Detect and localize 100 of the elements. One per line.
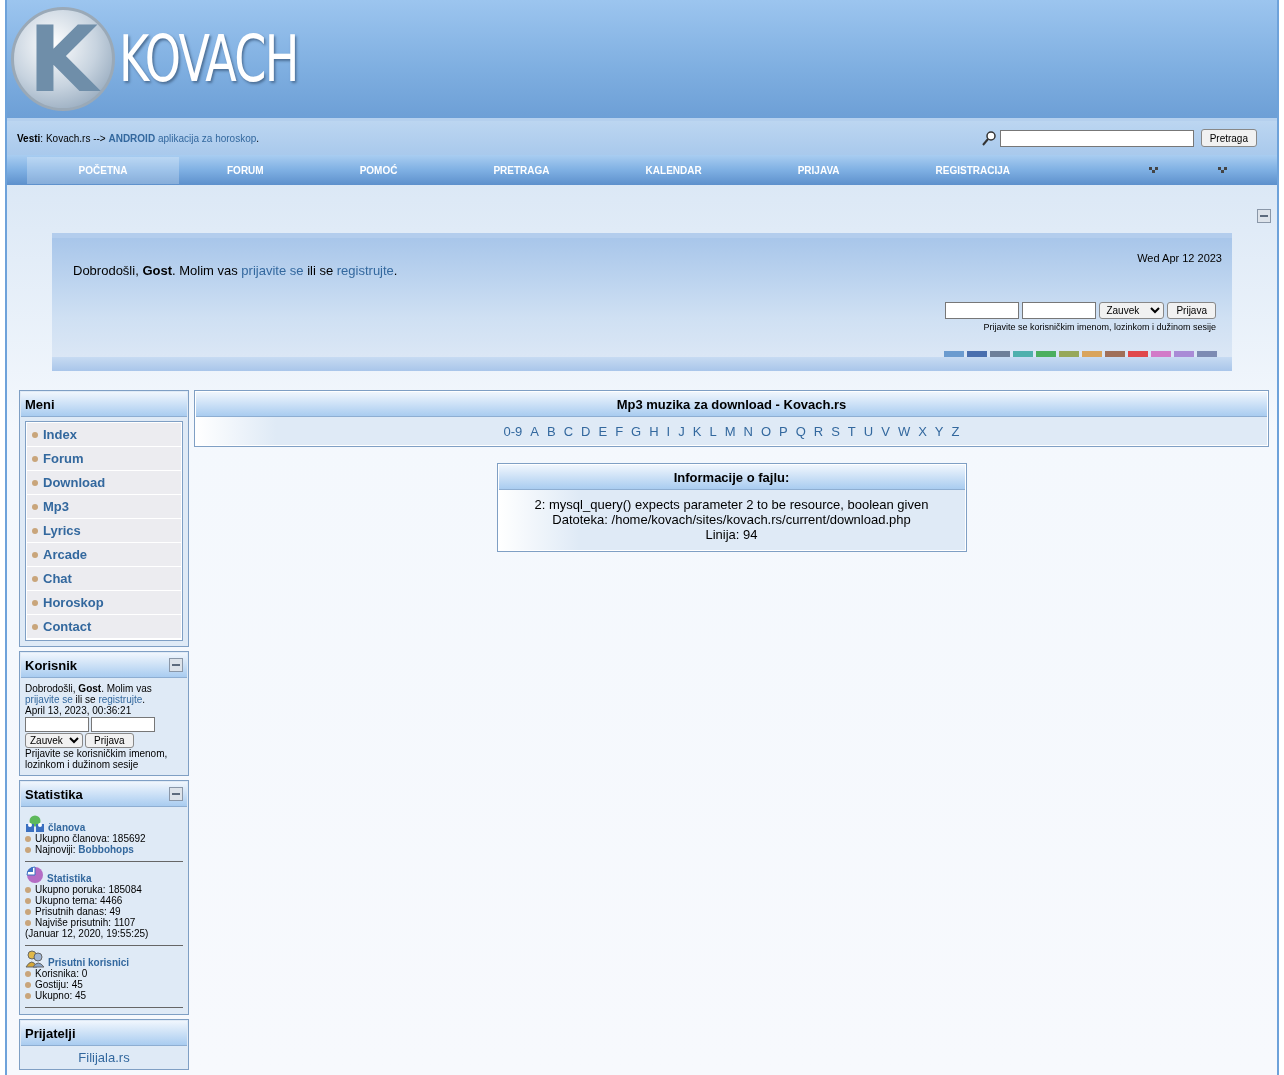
theme-swatch[interactable] xyxy=(1036,351,1056,357)
menu-link[interactable]: Forum xyxy=(43,451,84,466)
letter-link[interactable]: G xyxy=(631,423,642,439)
letter-link[interactable]: E xyxy=(598,423,608,439)
group-link[interactable]: Statistika xyxy=(47,873,92,884)
letter-link[interactable]: S xyxy=(831,423,840,439)
letter-link[interactable]: O xyxy=(760,423,771,439)
collapse-icon[interactable] xyxy=(1257,209,1271,223)
menu-link[interactable]: Index xyxy=(43,427,77,442)
letter-link[interactable]: J xyxy=(678,423,685,439)
theme-swatch[interactable] xyxy=(990,351,1010,357)
letter-link[interactable]: C xyxy=(563,423,574,439)
theme-swatch[interactable] xyxy=(967,351,987,357)
theme-swatch[interactable] xyxy=(1082,351,1102,357)
letter-link[interactable]: K xyxy=(692,423,702,439)
group-link[interactable]: članova xyxy=(48,822,86,833)
theme-swatch[interactable] xyxy=(944,351,964,357)
menu-link[interactable]: Chat xyxy=(43,571,72,586)
page-title: Mp3 muzika za download - Kovach.rs xyxy=(196,392,1267,417)
bullet-icon xyxy=(32,479,38,486)
login-button[interactable]: Prijava xyxy=(1167,302,1216,319)
bullet-icon xyxy=(25,908,31,915)
username-field[interactable] xyxy=(25,717,89,732)
letter-link[interactable]: D xyxy=(581,423,591,439)
login-button[interactable]: Prijava xyxy=(85,733,134,748)
letter-link[interactable]: N xyxy=(743,423,753,439)
friend-link[interactable]: Filijala.rs xyxy=(78,1050,130,1065)
dots-icon[interactable] xyxy=(1149,167,1158,173)
member-link[interactable]: Bobbohops xyxy=(78,844,134,855)
bullet-icon xyxy=(25,981,31,988)
search-button[interactable]: Pretraga xyxy=(1200,129,1257,147)
theme-swatch[interactable] xyxy=(1105,351,1125,357)
letter-link[interactable]: F xyxy=(615,423,624,439)
dots-icon[interactable] xyxy=(1218,167,1227,173)
bullet-icon xyxy=(32,623,38,630)
stat-text: Najviše prisutnih: 1107 xyxy=(35,917,136,928)
bullet-icon xyxy=(25,919,31,926)
bullet-icon xyxy=(25,835,31,842)
theme-swatch[interactable] xyxy=(1197,351,1217,357)
info-title: Informacije o fajlu: xyxy=(498,465,965,490)
logo-badge[interactable]: K xyxy=(11,7,115,111)
register-link[interactable]: registrujte xyxy=(336,263,394,278)
menu-link[interactable]: Contact xyxy=(43,619,92,634)
stat-text: Ukupno poruka: 185084 xyxy=(35,884,142,895)
session-select[interactable]: Zauvek xyxy=(1099,302,1165,319)
theme-swatch[interactable] xyxy=(1059,351,1079,357)
bullet-icon xyxy=(32,503,38,510)
bullet-icon xyxy=(32,599,38,606)
letter-link[interactable]: R xyxy=(813,423,824,439)
letter-link[interactable]: P xyxy=(779,423,788,439)
letter-link[interactable]: Z xyxy=(951,423,960,439)
letter-link[interactable]: H xyxy=(649,423,659,439)
greeting-text: Dobrodošli, Gost. Molim vas prijavite se ili se registrujte. xyxy=(73,263,398,278)
group-link[interactable]: Prisutni korisnici xyxy=(48,957,130,968)
menu-link[interactable]: Lyrics xyxy=(43,523,81,538)
datetime-text: April 13, 2023, 00:36:21 xyxy=(25,705,132,716)
theme-swatch[interactable] xyxy=(1151,351,1171,357)
stat-text: Ukupno članova: 185692 xyxy=(35,833,146,844)
letter-link[interactable]: T xyxy=(847,423,856,439)
stat-text: Ukupno: 45 xyxy=(35,990,87,1001)
letter-link[interactable]: L xyxy=(709,423,717,439)
letter-link[interactable]: Y xyxy=(934,423,944,439)
bullet-icon xyxy=(25,886,31,893)
letter-link[interactable]: U xyxy=(863,423,874,439)
menu-link[interactable]: Mp3 xyxy=(43,499,69,514)
block-title: Prijatelji xyxy=(21,1021,187,1046)
letter-link[interactable]: B xyxy=(547,423,556,439)
stat-text: Ukupno tema: 4466 xyxy=(35,895,123,906)
letter-link[interactable]: Q xyxy=(795,423,806,439)
pie-chart-icon xyxy=(25,866,44,884)
theme-swatch[interactable] xyxy=(1128,351,1148,357)
password-field[interactable] xyxy=(91,717,155,732)
login-link[interactable]: prijavite se xyxy=(25,694,73,705)
bullet-icon xyxy=(32,551,38,558)
letter-link[interactable]: A xyxy=(530,423,539,439)
letter-link[interactable]: M xyxy=(724,423,736,439)
bullet-icon xyxy=(25,897,31,904)
letter-link[interactable]: V xyxy=(881,423,890,439)
error-text: 2: mysql_query() expects parameter 2 to be resource, boolean given xyxy=(533,497,930,512)
username-field[interactable] xyxy=(945,302,1020,319)
login-link[interactable]: prijavite se xyxy=(241,263,304,278)
collapse-icon[interactable] xyxy=(169,787,183,801)
password-field[interactable] xyxy=(1022,302,1097,319)
theme-swatch[interactable] xyxy=(1013,351,1033,357)
letter-link[interactable]: X xyxy=(918,423,927,439)
session-select[interactable]: Zauvek xyxy=(25,733,83,748)
stat-text: Prisutnih danas: 49 xyxy=(35,906,121,917)
search-field[interactable] xyxy=(999,129,1194,147)
bullet-icon xyxy=(32,527,38,534)
letter-link[interactable]: W xyxy=(897,423,911,439)
letter-link[interactable]: I xyxy=(666,423,671,439)
stat-text: Najnoviji: Bobbohops xyxy=(35,844,134,855)
bullet-icon xyxy=(32,455,38,462)
block-title: Meni xyxy=(21,392,187,417)
theme-swatch[interactable] xyxy=(1174,351,1194,357)
menu-link[interactable]: Arcade xyxy=(43,547,88,562)
block-title: Statistika xyxy=(25,786,83,802)
collapse-icon[interactable] xyxy=(169,658,183,672)
news-text: Vesti: Kovach.rs --> ANDROID aplikacija za horoskop. xyxy=(17,132,261,144)
letter-link[interactable]: 0-9 xyxy=(503,423,523,439)
